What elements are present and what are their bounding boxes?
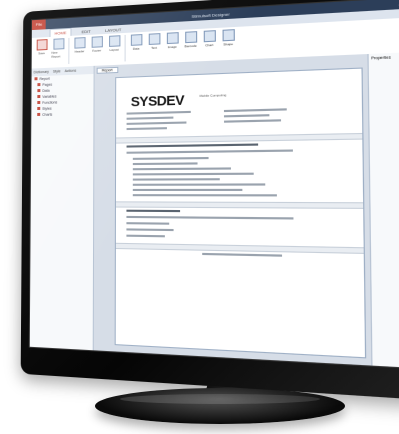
report-logo: SYSDEV: [131, 92, 184, 109]
text-line: [133, 183, 265, 185]
text-line: [133, 167, 231, 170]
text-button[interactable]: Text: [147, 33, 162, 50]
tab-style[interactable]: Style: [53, 69, 61, 73]
header-button[interactable]: Header: [72, 37, 86, 54]
minimize-icon[interactable]: –: [395, 1, 399, 7]
file-button[interactable]: File: [32, 19, 46, 30]
layout-button[interactable]: Layout: [107, 35, 122, 52]
header-band[interactable]: [116, 133, 362, 144]
text-line: [133, 162, 198, 165]
barcode-button[interactable]: Barcode: [183, 31, 198, 48]
tab-dictionary[interactable]: Dictionary: [34, 70, 49, 75]
text-line: [133, 178, 220, 180]
text-line: [133, 194, 277, 196]
shape-button[interactable]: Shape: [220, 29, 236, 47]
tab-home[interactable]: HOME: [50, 28, 72, 37]
folder-icon: [37, 101, 40, 104]
folder-icon: [37, 89, 40, 92]
text-icon: [148, 33, 160, 45]
dictionary-panel: Dictionary Style Actions Report Pages Da…: [30, 66, 95, 350]
image-button[interactable]: Image: [165, 32, 180, 49]
text-line: [126, 216, 293, 220]
footer-band[interactable]: [116, 243, 364, 254]
text-line: [224, 119, 281, 122]
new-report-icon: [53, 38, 64, 50]
stand-reflection: [120, 394, 320, 404]
chart-icon: [203, 30, 215, 42]
shape-icon: [222, 29, 234, 41]
properties-title: Properties: [371, 55, 391, 60]
footer-button[interactable]: Footer: [90, 36, 104, 53]
text-line: [202, 253, 282, 257]
properties-panel: Properties: [367, 52, 399, 369]
text-line: [126, 228, 173, 231]
text-line: [133, 173, 254, 176]
data-icon: [130, 34, 142, 46]
text-line: [224, 114, 269, 117]
ribbon-divider: [125, 35, 126, 62]
save-icon: [36, 39, 47, 50]
text-line: [133, 157, 209, 160]
ribbon-divider: [68, 38, 69, 64]
document-tab[interactable]: Report: [97, 67, 118, 74]
workspace: Dictionary Style Actions Report Pages Da…: [30, 52, 399, 369]
data-band[interactable]: [116, 201, 363, 209]
tab-actions[interactable]: Actions: [65, 69, 77, 73]
folder-icon: [35, 77, 38, 80]
text-line: [133, 189, 243, 191]
report-page[interactable]: SYSDEV Mobile Computing: [115, 67, 367, 358]
text-line: [126, 235, 164, 238]
text-line: [224, 108, 287, 112]
text-line: [126, 210, 180, 212]
text-line: [127, 143, 259, 147]
text-line: [127, 121, 187, 124]
folder-icon: [37, 107, 40, 110]
image-icon: [166, 32, 178, 44]
monitor: File Stimulsoft Designer – □ × HOME EDIT…: [0, 0, 399, 434]
monitor-bezel: File Stimulsoft Designer – □ × HOME EDIT…: [21, 0, 399, 401]
header-icon: [74, 37, 85, 49]
text-line: [127, 127, 167, 130]
text-line: [126, 222, 169, 225]
chart-button[interactable]: Chart: [202, 30, 217, 48]
tab-edit[interactable]: EDIT: [77, 28, 94, 36]
folder-icon: [37, 95, 40, 98]
text-line: [127, 117, 174, 120]
data-button[interactable]: Data: [129, 34, 144, 51]
folder-icon: [37, 83, 40, 86]
design-surface[interactable]: Report SYSDEV Mobile Computing: [94, 54, 372, 366]
screen: File Stimulsoft Designer – □ × HOME EDIT…: [29, 0, 399, 370]
new-report-button[interactable]: New Report: [51, 38, 65, 59]
text-line: [127, 149, 293, 153]
tab-layout[interactable]: LAYOUT: [101, 26, 126, 34]
barcode-icon: [185, 31, 197, 43]
footer-icon: [91, 36, 102, 48]
save-button[interactable]: Save: [35, 39, 49, 56]
layout-icon: [109, 35, 120, 47]
text-line: [127, 111, 191, 115]
folder-icon: [37, 113, 40, 116]
logo-subtitle: Mobile Computing: [200, 93, 227, 98]
tree-item[interactable]: Charts: [31, 110, 93, 118]
